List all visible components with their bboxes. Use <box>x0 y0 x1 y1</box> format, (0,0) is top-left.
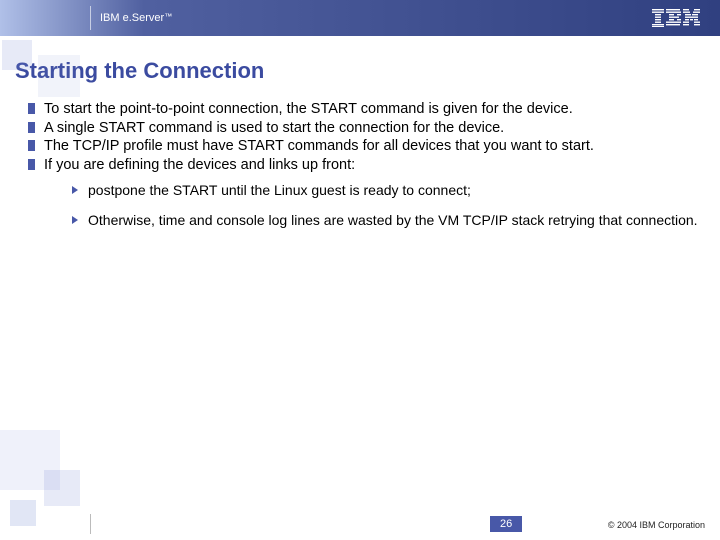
sub-bullet-item: postpone the START until the Linux guest… <box>72 182 708 200</box>
header-separator <box>90 6 91 30</box>
brand-prefix: IBM e.Server <box>100 12 164 24</box>
page-number: 26 <box>490 516 522 532</box>
bullet-item: If you are defining the devices and link… <box>28 156 708 230</box>
trademark-symbol: ™ <box>164 12 172 21</box>
bullet-item: A single START command is used to start … <box>28 119 708 138</box>
sub-bullet-text: postpone the START until the Linux guest… <box>88 182 471 198</box>
slide-title: Starting the Connection <box>0 36 720 96</box>
sub-bullet-item: Otherwise, time and console log lines ar… <box>72 212 708 230</box>
bullet-text: A single START command is used to start … <box>44 120 504 136</box>
slide-body: To start the point-to-point connection, … <box>0 96 720 230</box>
bullet-text: To start the point-to-point connection, … <box>44 101 573 117</box>
ibm-logo-icon <box>652 9 700 27</box>
footer-separator <box>90 514 91 534</box>
copyright-text: © 2004 IBM Corporation <box>608 520 705 530</box>
brand-text: IBM e.Server™ <box>100 12 172 24</box>
bullet-text: The TCP/IP profile must have START comma… <box>44 138 594 154</box>
slide-footer: 26 © 2004 IBM Corporation <box>0 510 720 540</box>
bullet-item: To start the point-to-point connection, … <box>28 100 708 119</box>
main-bullet-list: To start the point-to-point connection, … <box>28 100 708 230</box>
slide-header: IBM e.Server™ <box>0 0 720 36</box>
sub-bullet-list: postpone the START until the Linux guest… <box>44 182 708 230</box>
sub-bullet-text: Otherwise, time and console log lines ar… <box>88 212 698 228</box>
bullet-item: The TCP/IP profile must have START comma… <box>28 137 708 156</box>
bullet-text: If you are defining the devices and link… <box>44 157 355 173</box>
